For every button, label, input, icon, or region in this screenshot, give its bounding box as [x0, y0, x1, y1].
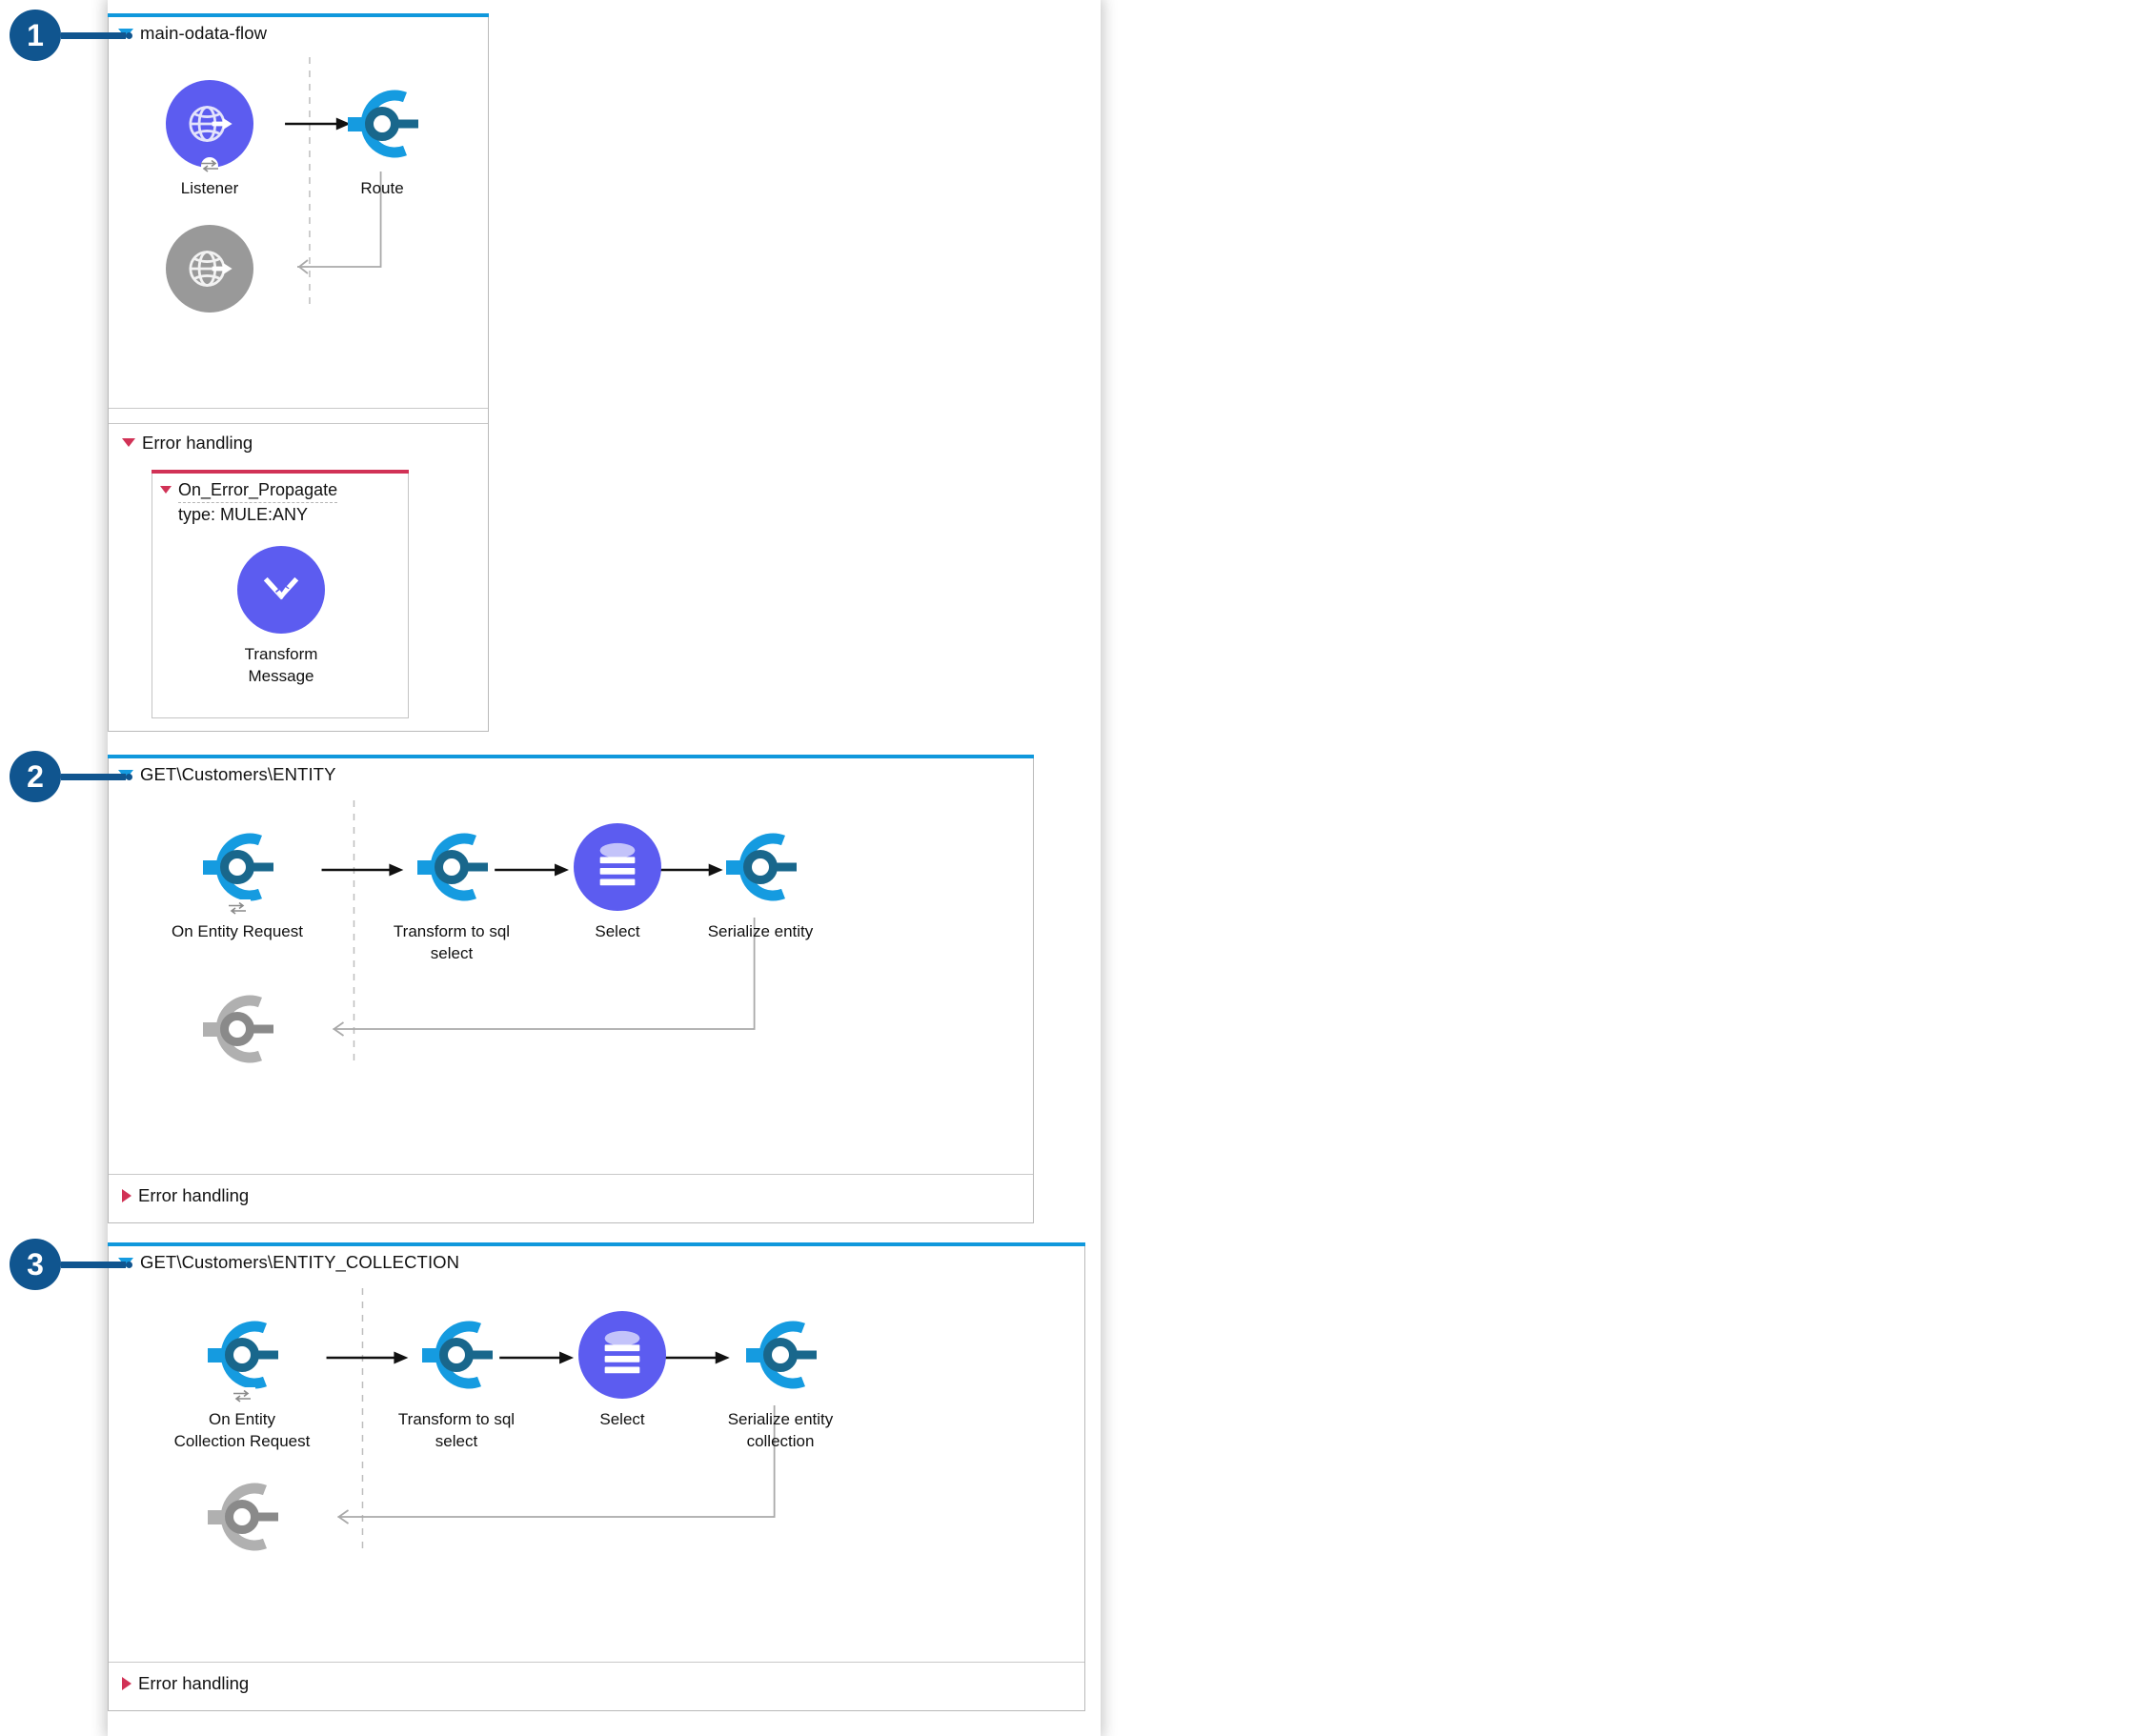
flow-node-transform-to-sql-select[interactable]: Transform to sql select	[385, 1307, 528, 1452]
flow-node-response[interactable]	[171, 1469, 314, 1564]
error-handling-header[interactable]: Error handling	[109, 1174, 1033, 1216]
callout-leader-line	[61, 773, 126, 780]
flow-body: On Entity Collection Request Transform t…	[109, 1279, 1084, 1662]
connector-c-icon	[422, 1321, 493, 1389]
flow-title: GET\Customers\ENTITY	[140, 764, 336, 784]
flow-node-listener-response[interactable]	[138, 221, 281, 316]
flow-node-on-entity-request[interactable]: On Entity Request	[166, 819, 309, 942]
callout-1: 1	[10, 10, 132, 61]
flow-panel-get-customers-entity[interactable]: GET\Customers\ENTITY On Entity Request T…	[108, 755, 1034, 1223]
flow-panel-get-customers-entity-collection[interactable]: GET\Customers\ENTITY_COLLECTION On Entit…	[108, 1242, 1085, 1711]
connector-c-icon-disabled	[208, 1483, 278, 1551]
node-label: Serialize entity collection	[727, 1410, 834, 1450]
flow-node-select[interactable]: Select	[551, 1307, 694, 1430]
node-icon-wrap	[162, 76, 257, 174]
callout-leader-line	[61, 31, 126, 39]
node-label: Transform to sql select	[397, 1410, 516, 1450]
connector-c-icon	[726, 833, 797, 901]
flow-node-serialize-entity[interactable]: Serialize entity	[689, 819, 832, 942]
node-label: Transform Message	[244, 645, 318, 685]
callout-leader-line	[61, 1261, 126, 1268]
node-icon-wrap	[570, 819, 665, 915]
dataweave-icon	[237, 546, 325, 634]
flow-node-on-entity-collection-request[interactable]: On Entity Collection Request	[171, 1307, 314, 1452]
exchange-arrows-icon	[224, 899, 251, 917]
flow-title: GET\Customers\ENTITY_COLLECTION	[140, 1252, 460, 1272]
flow-node-response[interactable]	[166, 981, 309, 1077]
flow-node-listener[interactable]: Listener	[138, 76, 281, 199]
callout-badge-number: 1	[10, 10, 61, 61]
error-handling-header[interactable]: Error handling	[109, 1662, 1084, 1704]
triangle-down-icon[interactable]	[122, 438, 135, 447]
connector-c-icon	[746, 1321, 817, 1389]
flow-title: main-odata-flow	[140, 23, 268, 43]
triangle-down-icon[interactable]	[160, 486, 172, 494]
dataweave-glyph	[263, 576, 299, 600]
error-handling-label: Error handling	[138, 1672, 250, 1693]
node-icon-wrap	[334, 76, 430, 172]
flow-header[interactable]: GET\Customers\ENTITY_COLLECTION	[109, 1246, 1084, 1279]
error-scope-type: type: MULE:ANY	[178, 505, 309, 524]
http-listener-globe-icon-disabled	[166, 225, 253, 313]
node-icon-wrap	[190, 819, 285, 917]
node-icon-wrap	[190, 981, 285, 1077]
node-icon-wrap	[194, 1469, 290, 1564]
connector-c-icon	[348, 90, 418, 158]
error-handling-label: Error handling	[142, 432, 253, 453]
callout-badge-number: 2	[10, 751, 61, 802]
connector-c-icon-disabled	[203, 995, 273, 1063]
node-icon-wrap	[162, 221, 257, 316]
flow-node-transform-message[interactable]: Transform Message	[210, 542, 353, 687]
node-icon-wrap	[575, 1307, 670, 1403]
node-icon-wrap	[233, 542, 329, 637]
node-label: Route	[360, 179, 404, 197]
screenshot-root: 1 2 3 main-odata-flow Listener Route Err…	[0, 0, 2144, 1736]
node-label: Transform to sql select	[393, 922, 511, 962]
http-listener-globe-icon	[166, 80, 253, 168]
error-scope-header[interactable]: On_Error_Propagate type: MULE:ANY	[152, 474, 408, 531]
callout-2: 2	[10, 751, 132, 802]
flow-header[interactable]: GET\Customers\ENTITY	[109, 758, 1033, 791]
callout-leader-dot	[126, 1261, 132, 1268]
node-icon-wrap	[733, 1307, 828, 1403]
error-scope-on-error-propagate[interactable]: On_Error_Propagate type: MULE:ANY Transf…	[152, 470, 409, 718]
node-icon-wrap	[713, 819, 808, 915]
node-icon-wrap	[409, 1307, 504, 1403]
flow-body: Listener Route	[109, 50, 488, 423]
flow-header[interactable]: main-odata-flow	[109, 17, 488, 50]
connector-c-icon	[417, 833, 488, 901]
error-scope-name: On_Error_Propagate	[178, 479, 338, 503]
error-handling-header[interactable]: Error handling	[109, 423, 488, 461]
database-glyph	[599, 842, 636, 886]
flow-panel-main-odata-flow[interactable]: main-odata-flow Listener Route Error han…	[108, 13, 489, 732]
error-handling-label: Error handling	[138, 1184, 250, 1205]
node-icon-wrap	[404, 819, 499, 915]
flow-node-route[interactable]: Route	[311, 76, 454, 199]
database-glyph	[604, 1330, 640, 1374]
globe-arrow-glyph	[189, 251, 233, 287]
callout-leader-dot	[126, 773, 132, 780]
callout-leader-dot	[126, 31, 132, 39]
callout-3: 3	[10, 1239, 132, 1290]
database-icon	[574, 823, 661, 911]
exchange-arrows-icon	[201, 157, 218, 174]
node-label: Select	[599, 1410, 645, 1428]
exchange-arrows-icon	[229, 1387, 255, 1404]
flow-body: On Entity Request Transform to sql selec…	[109, 791, 1033, 1174]
flow-node-transform-to-sql-select[interactable]: Transform to sql select	[380, 819, 523, 964]
database-icon	[578, 1311, 666, 1399]
node-label: On Entity Request	[172, 922, 303, 940]
callout-badge-number: 3	[10, 1239, 61, 1290]
flow-section-divider	[109, 408, 488, 409]
flow-node-serialize-entity-collection[interactable]: Serialize entity collection	[709, 1307, 852, 1452]
node-icon-wrap	[194, 1307, 290, 1404]
node-label: Listener	[180, 179, 239, 197]
triangle-right-icon[interactable]	[122, 1676, 131, 1690]
globe-arrow-glyph	[189, 106, 233, 142]
node-label: On Entity Collection Request	[173, 1410, 311, 1450]
triangle-right-icon[interactable]	[122, 1188, 131, 1202]
node-label: Serialize entity	[707, 922, 814, 940]
